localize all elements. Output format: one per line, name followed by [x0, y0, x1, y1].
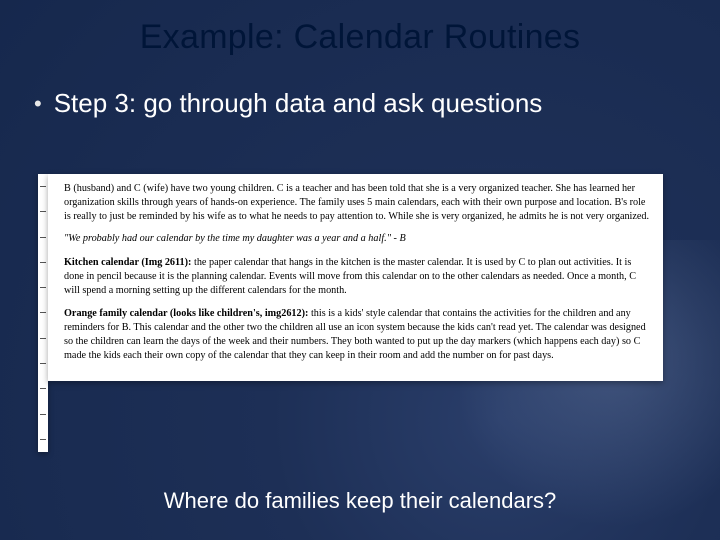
- ruler-tick: [40, 363, 46, 364]
- embedded-document: B (husband) and C (wife) have two young …: [48, 174, 663, 381]
- bullet-text: Step 3: go through data and ask question…: [54, 87, 543, 119]
- document-ruler: [38, 174, 48, 452]
- ruler-tick: [40, 388, 46, 389]
- doc-section-kitchen: Kitchen calendar (Img 2611): the paper c…: [64, 256, 653, 298]
- doc-section-orange-lead: Orange family calendar (looks like child…: [64, 308, 308, 319]
- ruler-tick: [40, 312, 46, 313]
- bullet-item: • Step 3: go through data and ask questi…: [0, 57, 720, 119]
- ruler-tick: [40, 338, 46, 339]
- ruler-tick: [40, 262, 46, 263]
- ruler-tick: [40, 186, 46, 187]
- ruler-tick: [40, 414, 46, 415]
- ruler-tick: [40, 287, 46, 288]
- bullet-marker: •: [34, 87, 54, 119]
- slide-title: Example: Calendar Routines: [0, 0, 720, 57]
- doc-quote: "We probably had our calendar by the tim…: [64, 232, 653, 246]
- slide-caption: Where do families keep their calendars?: [0, 488, 720, 514]
- ruler-tick: [40, 211, 46, 212]
- ruler-tick: [40, 439, 46, 440]
- doc-section-kitchen-lead: Kitchen calendar (Img 2611):: [64, 257, 191, 268]
- ruler-tick: [40, 237, 46, 238]
- doc-intro-paragraph: B (husband) and C (wife) have two young …: [64, 182, 653, 224]
- doc-section-orange: Orange family calendar (looks like child…: [64, 307, 653, 363]
